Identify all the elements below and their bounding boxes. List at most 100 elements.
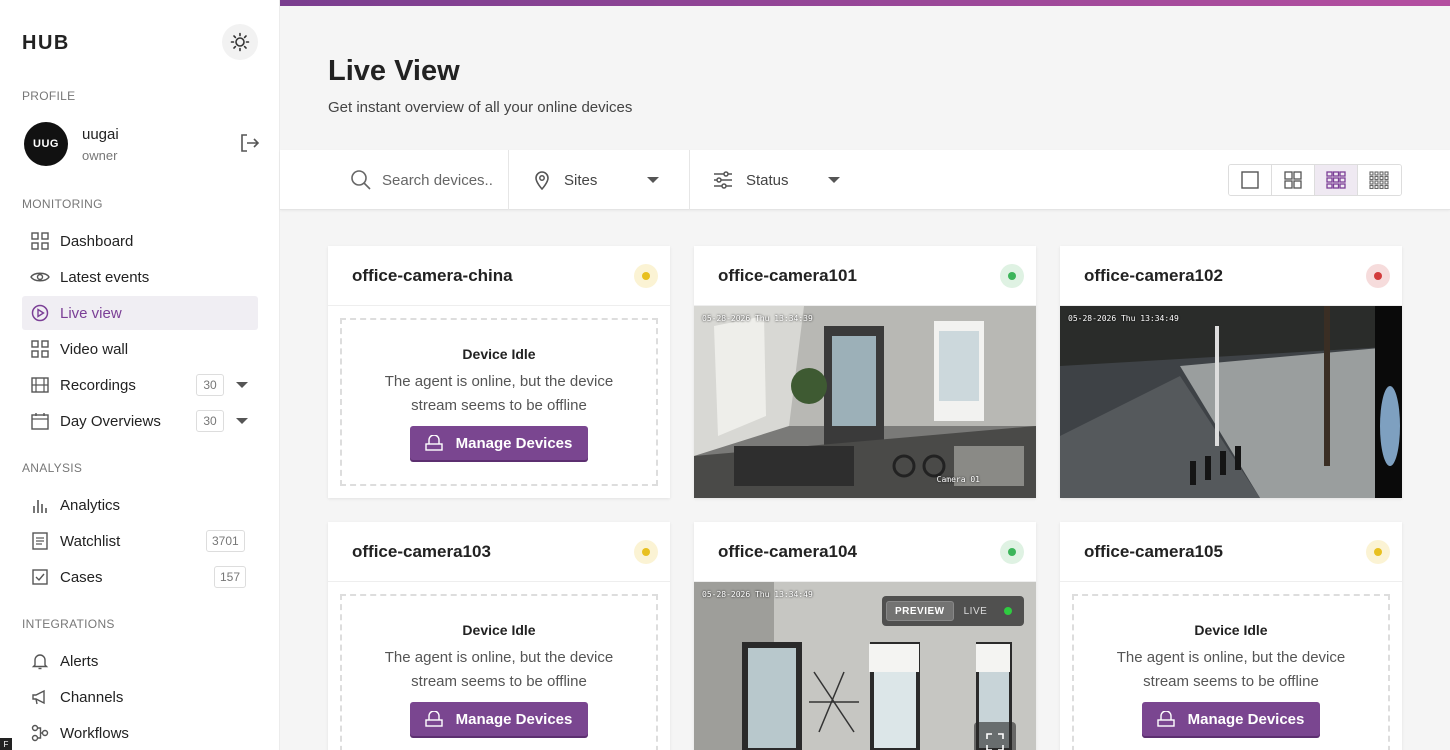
recordings-count-badge: 30	[196, 374, 224, 396]
nav-video-wall[interactable]: Video wall	[22, 332, 258, 366]
sites-filter[interactable]: Sites	[532, 150, 662, 210]
calendar-icon	[30, 411, 50, 431]
logout-button[interactable]	[238, 132, 260, 159]
grid-3x3-icon	[1326, 171, 1346, 189]
device-icon	[424, 711, 443, 727]
card-header: office-camera103	[328, 522, 670, 582]
manage-devices-button[interactable]: Manage Devices	[1141, 702, 1321, 736]
fullscreen-button[interactable]	[974, 722, 1016, 750]
nav-dashboard[interactable]: Dashboard	[22, 224, 258, 258]
camera-card[interactable]: office-camera105 Device Idle The agent i…	[1060, 522, 1402, 750]
nav-latest-events[interactable]: Latest events	[22, 260, 258, 294]
camera-card[interactable]: office-camera103 Device Idle The agent i…	[328, 522, 670, 750]
camera-card[interactable]: office-camera102 05-28-2026 Thu 13:34:49	[1060, 246, 1402, 498]
camera-name: office-camera102	[1084, 266, 1223, 285]
search-input[interactable]	[382, 171, 492, 189]
camera-card[interactable]: office-camera104 05-28-2026 Thu 13:34:49…	[694, 522, 1036, 750]
monitoring-section-title: MONITORING	[22, 197, 103, 211]
card-header: office-camera101	[694, 246, 1036, 306]
camera-name: office-camera101	[718, 266, 857, 285]
status-indicator-online	[1000, 264, 1024, 288]
profile-role: owner	[82, 148, 118, 163]
bell-icon	[30, 651, 50, 671]
profile-section-title: PROFILE	[22, 89, 76, 103]
layout-1x1-button[interactable]	[1229, 165, 1272, 195]
camera-feed[interactable]: 05-28-2026 Thu 13:34:49 PREVIEW LIVE	[694, 582, 1036, 750]
nav-label: Analytics	[60, 496, 121, 514]
eye-icon	[30, 267, 50, 287]
live-indicator	[1004, 607, 1012, 615]
nav-label: Recordings	[60, 376, 136, 394]
chevron-down-icon[interactable]	[236, 418, 248, 424]
preview-mode-button[interactable]: PREVIEW	[886, 601, 954, 621]
integrations-section-title: INTEGRATIONS	[22, 617, 115, 631]
status-filter-label: Status	[746, 171, 789, 189]
camera-name: office-camera104	[718, 542, 857, 561]
corner-glyph: F	[0, 738, 12, 750]
live-mode-button[interactable]: LIVE	[964, 606, 988, 617]
idle-title: Device Idle	[462, 622, 536, 638]
idle-message: The agent is online, but the device stre…	[384, 649, 614, 690]
street-scene-image	[1060, 306, 1402, 498]
camera-card[interactable]: office-camera-china Device Idle The agen…	[328, 246, 670, 498]
day-overviews-count-badge: 30	[196, 410, 224, 432]
camera-feed[interactable]: 05-28-2026 Thu 13:34:39 Camera 01	[694, 306, 1036, 498]
nav-label: Cases	[60, 568, 103, 586]
status-indicator-online	[1000, 540, 1024, 564]
grid-2x2-icon	[1284, 171, 1302, 189]
nav-workflows[interactable]: Workflows	[22, 716, 258, 750]
filter-bar: Sites Status	[280, 150, 1450, 210]
nav-recordings[interactable]: Recordings 30	[22, 368, 258, 402]
nav-day-overviews[interactable]: Day Overviews 30	[22, 404, 258, 438]
device-idle-panel: Device Idle The agent is online, but the…	[340, 594, 658, 750]
card-header: office-camera-china	[328, 246, 670, 306]
device-idle-panel: Device Idle The agent is online, but the…	[1072, 594, 1390, 750]
feed-timestamp: 05-28-2026 Thu 13:34:49	[702, 590, 813, 599]
sidebar: HUB PROFILE UUG uugai owner MONITORING D…	[0, 0, 280, 750]
manage-devices-button[interactable]: Manage Devices	[409, 702, 589, 736]
card-header: office-camera102	[1060, 246, 1402, 306]
stream-mode-switch: PREVIEW LIVE	[882, 596, 1024, 626]
avatar[interactable]: UUG	[24, 122, 68, 166]
location-pin-icon	[535, 171, 549, 190]
idle-title: Device Idle	[1194, 622, 1268, 638]
nav-label: Alerts	[60, 652, 99, 670]
sun-icon	[230, 32, 250, 52]
chevron-down-icon[interactable]	[236, 382, 248, 388]
device-icon	[424, 435, 443, 451]
status-indicator-idle	[634, 540, 658, 564]
nav-live-view[interactable]: Live view	[22, 296, 258, 330]
feed-timestamp: 05-28-2026 Thu 13:34:49	[1068, 314, 1179, 323]
camera-name: office-camera-china	[352, 266, 513, 285]
nav-label: Channels	[60, 688, 124, 706]
profile-name: uugai	[82, 126, 119, 143]
search-icon	[351, 170, 371, 190]
layout-2x2-button[interactable]	[1272, 165, 1315, 195]
grid-4x4-icon	[1369, 171, 1390, 189]
search-box[interactable]	[350, 150, 508, 210]
camera-feed[interactable]: 05-28-2026 Thu 13:34:49	[1060, 306, 1402, 498]
idle-title: Device Idle	[462, 346, 536, 362]
nav-channels[interactable]: Channels	[22, 680, 258, 714]
layout-4x4-button[interactable]	[1358, 165, 1401, 195]
logout-icon	[241, 134, 260, 152]
feed-timestamp: 05-28-2026 Thu 13:34:39	[702, 314, 813, 323]
nav-label: Workflows	[60, 724, 129, 742]
theme-toggle-button[interactable]	[222, 24, 258, 60]
manage-devices-button[interactable]: Manage Devices	[409, 426, 589, 460]
page-subtitle: Get instant overview of all your online …	[328, 99, 633, 116]
nav-label: Live view	[60, 304, 122, 322]
nav-analytics[interactable]: Analytics	[22, 488, 258, 522]
camera-card[interactable]: office-camera101 05-28-2026 Thu 13:34:39…	[694, 246, 1036, 498]
idle-message: The agent is online, but the device stre…	[384, 373, 614, 414]
nav-watchlist[interactable]: Watchlist 3701	[22, 524, 258, 558]
nav-cases[interactable]: Cases 157	[22, 560, 258, 594]
layout-3x3-button[interactable]	[1315, 165, 1358, 195]
idle-message: The agent is online, but the device stre…	[1116, 649, 1346, 690]
status-filter[interactable]: Status	[712, 150, 842, 210]
nav-alerts[interactable]: Alerts	[22, 644, 258, 678]
dashboard-icon	[30, 231, 50, 251]
chevron-down-icon	[828, 177, 840, 183]
app-logo[interactable]: HUB	[22, 32, 70, 55]
megaphone-icon	[30, 687, 50, 707]
